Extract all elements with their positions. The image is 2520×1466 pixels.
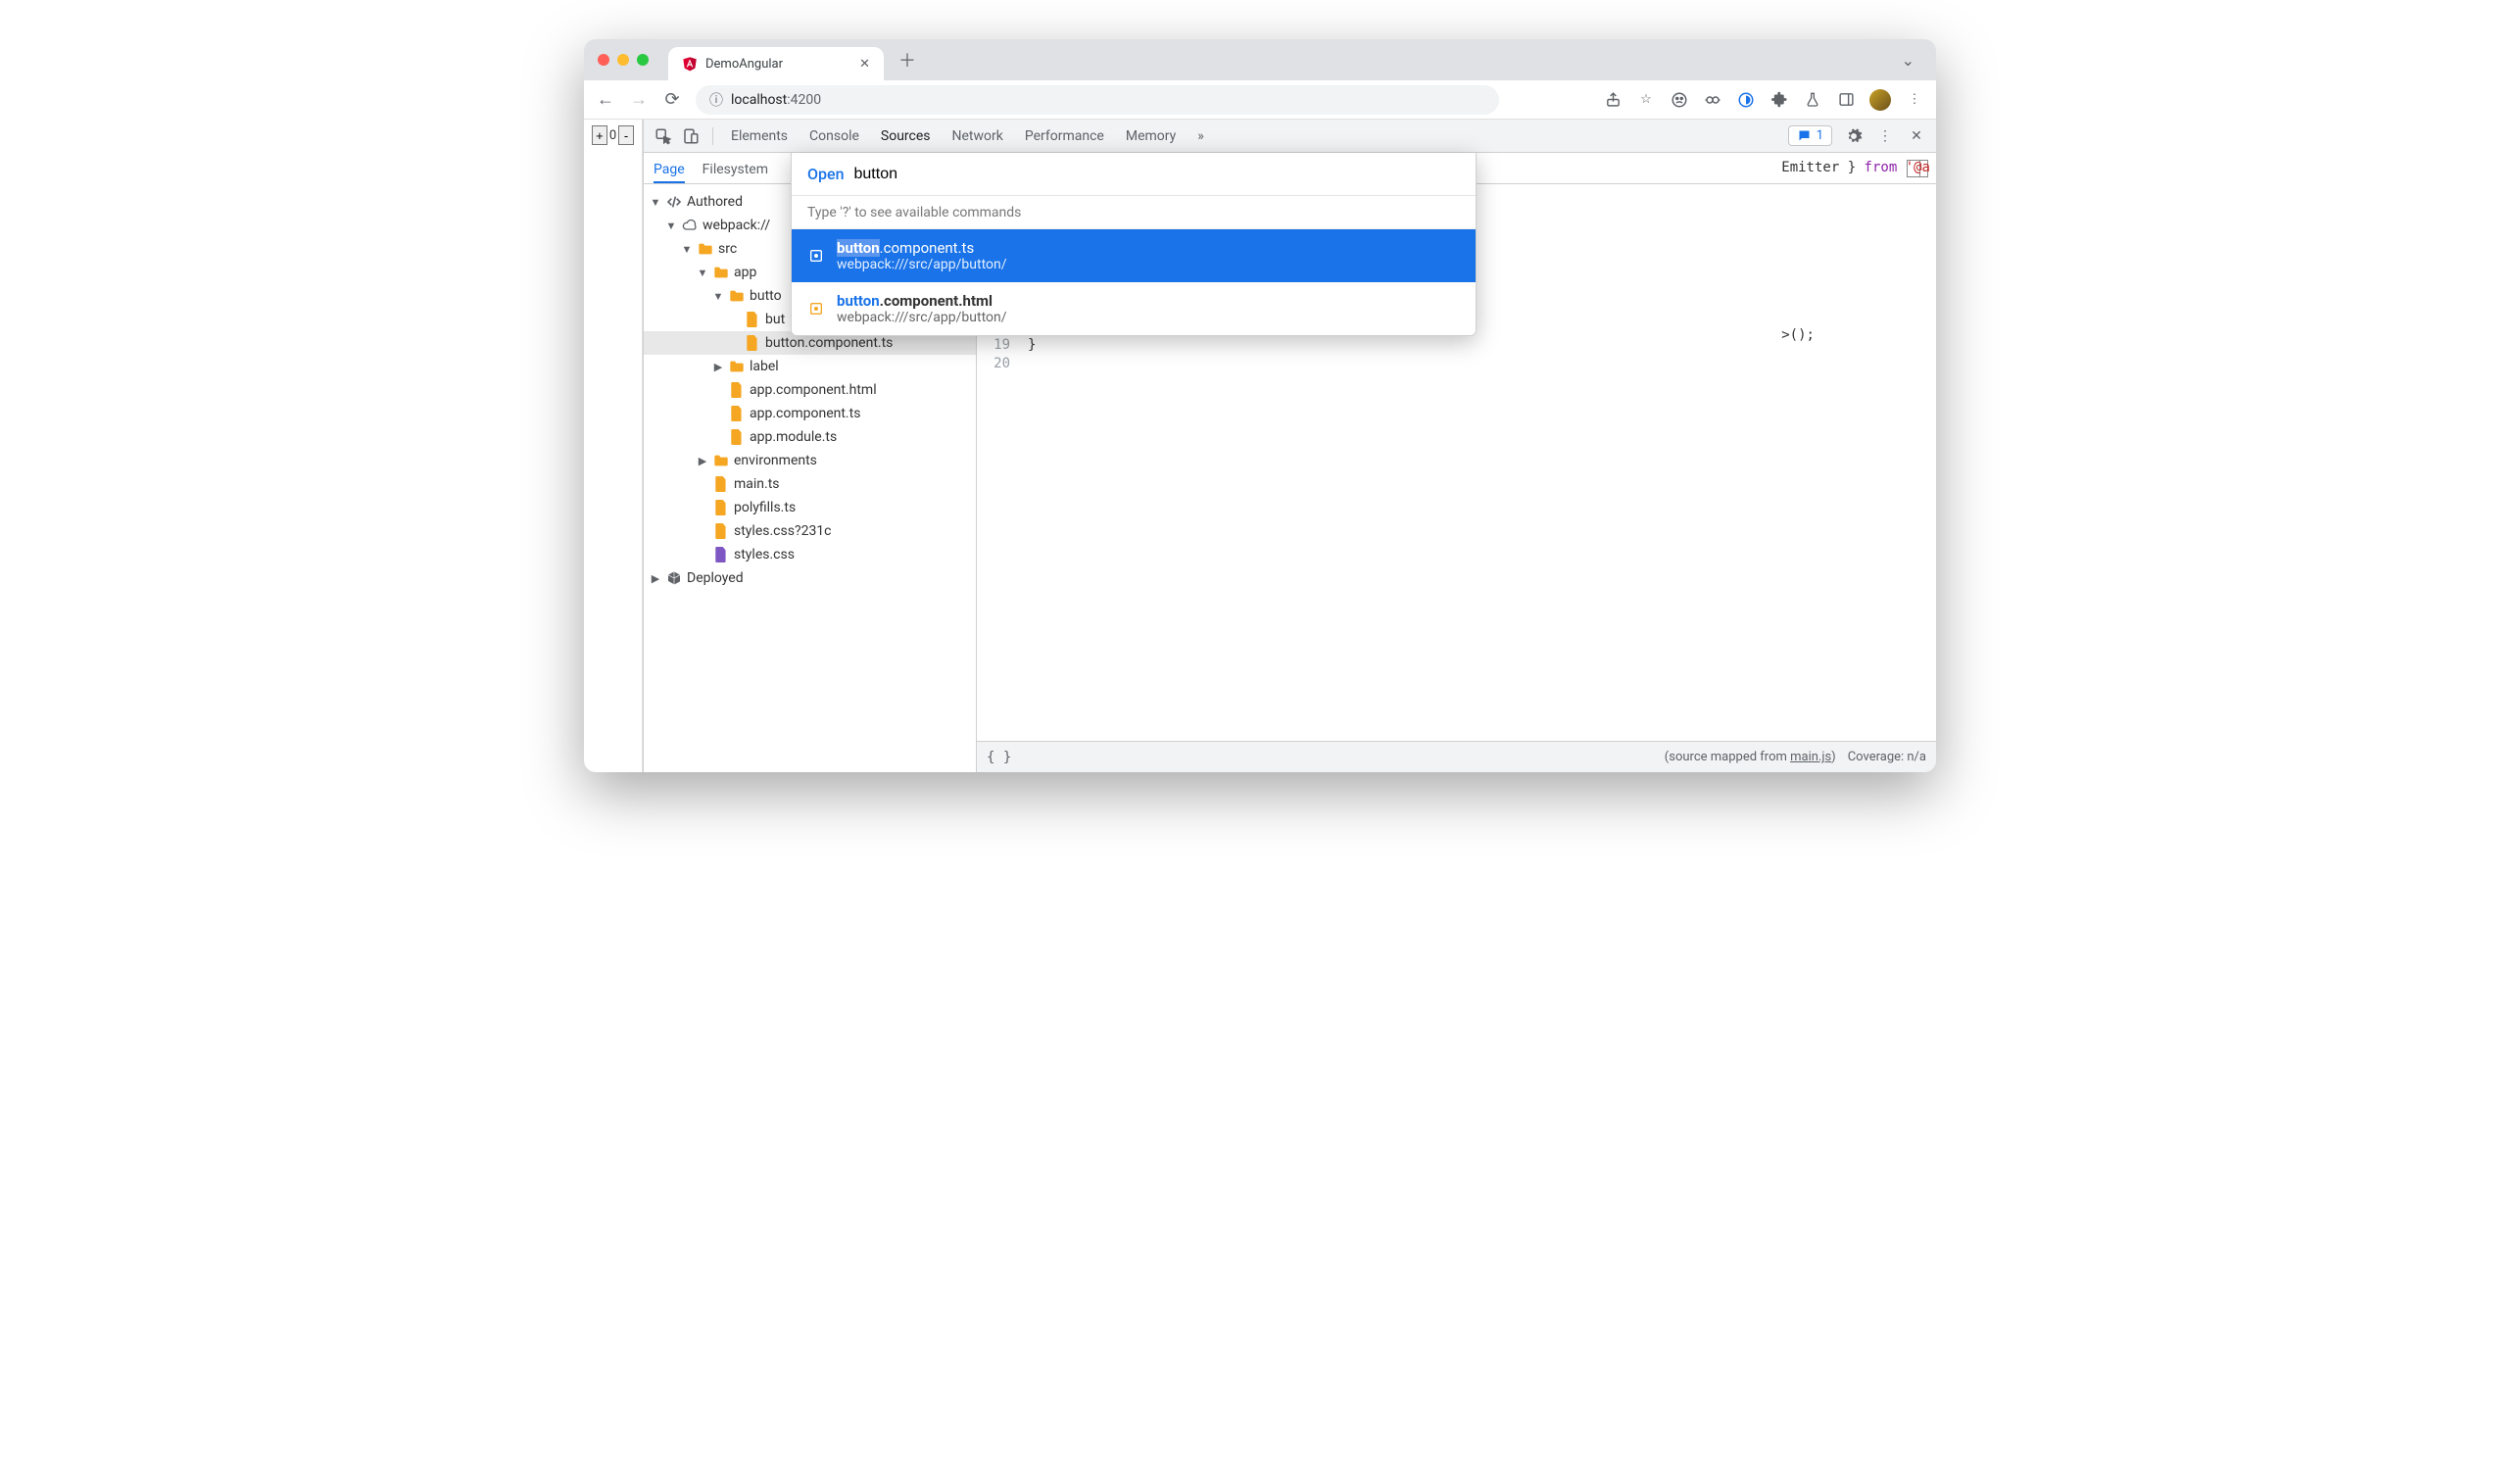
source-mapped-label: (source mapped from main.js)	[1665, 750, 1836, 764]
deployed-icon	[665, 569, 683, 587]
folder-icon	[728, 358, 746, 375]
site-info-icon[interactable]: ⓘ	[709, 90, 723, 110]
tabs-overflow-icon[interactable]: »	[1197, 128, 1204, 144]
extension-icon-1[interactable]	[1703, 90, 1722, 110]
file-icon	[728, 428, 746, 446]
tree-polyfills[interactable]: polyfills.ts	[644, 496, 976, 519]
forward-button[interactable]: →	[629, 90, 649, 110]
cloud-icon	[681, 217, 699, 234]
share-icon[interactable]	[1603, 90, 1623, 110]
titlebar: DemoAngular ✕ ＋ ⌄	[584, 39, 1936, 80]
open-file-dialog: Open Type '?' to see available commands …	[791, 153, 1477, 336]
file-icon	[712, 499, 730, 516]
counter-minus-button[interactable]: -	[618, 125, 634, 145]
folder-icon	[728, 287, 746, 305]
tree-deployed[interactable]: ▶Deployed	[644, 566, 976, 590]
extensions-icon[interactable]	[1769, 90, 1789, 110]
source-map-link[interactable]: main.js	[1790, 750, 1831, 764]
file-icon	[728, 405, 746, 422]
device-mode-icon[interactable]	[681, 126, 701, 146]
tab-title: DemoAngular	[705, 57, 783, 72]
open-label: Open	[807, 165, 845, 183]
profile-avatar[interactable]	[1869, 89, 1891, 111]
open-result-1[interactable]: button.component.html webpack:///src/app…	[792, 282, 1476, 335]
omnibox[interactable]: ⓘ localhost:4200	[696, 85, 1499, 115]
tree-styles[interactable]: styles.css	[644, 543, 976, 566]
bookmark-icon[interactable]: ☆	[1636, 90, 1656, 110]
close-tab-icon[interactable]: ✕	[859, 57, 870, 72]
coverage-label: Coverage: n/a	[1848, 750, 1926, 764]
url-host: localhost	[731, 92, 787, 108]
tree-environments[interactable]: ▶environments	[644, 449, 976, 472]
code-peek-1: Emitter } from '@a	[1781, 159, 1930, 177]
tree-app-html[interactable]: app.component.html	[644, 378, 976, 402]
tabs-dropdown-button[interactable]: ⌄	[1894, 47, 1922, 73]
devtools-panel: Elements Console Sources Network Perform…	[643, 120, 1936, 772]
file-icon	[807, 300, 825, 318]
settings-icon[interactable]	[1844, 126, 1864, 146]
tree-styles-q[interactable]: styles.css?231c	[644, 519, 976, 543]
tree-main-ts[interactable]: main.ts	[644, 472, 976, 496]
side-panel-icon[interactable]	[1836, 90, 1856, 110]
back-button[interactable]: ←	[596, 90, 615, 110]
tab-performance[interactable]: Performance	[1025, 128, 1104, 144]
code-peek-2: >();	[1781, 326, 1930, 345]
devtools-menu-icon[interactable]: ⋮	[1875, 126, 1895, 146]
code-icon	[665, 193, 683, 211]
counter-value: 0	[609, 128, 616, 143]
file-icon	[744, 311, 761, 328]
tree-app-module[interactable]: app.module.ts	[644, 425, 976, 449]
zoom-window-button[interactable]	[637, 54, 649, 66]
folder-icon	[712, 264, 730, 281]
file-icon	[728, 381, 746, 399]
issues-count: 1	[1817, 128, 1823, 143]
open-file-input[interactable]	[854, 164, 1461, 185]
counter-plus-button[interactable]: +	[592, 125, 607, 145]
pretty-print-button[interactable]: { }	[987, 750, 1011, 765]
page-viewport: + 0 -	[584, 120, 643, 772]
file-icon	[807, 247, 825, 265]
angular-favicon	[682, 56, 698, 72]
incognito-icon[interactable]	[1670, 90, 1689, 110]
file-css-icon	[712, 546, 730, 563]
sidebar-tab-filesystem[interactable]: Filesystem	[703, 156, 768, 183]
issues-badge[interactable]: 1	[1788, 125, 1832, 146]
labs-icon[interactable]	[1803, 90, 1822, 110]
address-bar: ← → ⟳ ⓘ localhost:4200 ☆ ⋮	[584, 80, 1936, 120]
file-icon	[712, 522, 730, 540]
tab-console[interactable]: Console	[809, 128, 859, 144]
open-result-0[interactable]: button.component.ts webpack:///src/app/b…	[792, 229, 1476, 282]
close-devtools-icon[interactable]: ✕	[1907, 126, 1926, 146]
tree-app-ts[interactable]: app.component.ts	[644, 402, 976, 425]
inspect-element-icon[interactable]	[654, 126, 673, 146]
chrome-menu-icon[interactable]: ⋮	[1905, 90, 1924, 110]
counter-widget: + 0 -	[592, 125, 634, 145]
tab-network[interactable]: Network	[952, 128, 1003, 144]
tree-label-folder[interactable]: ▶label	[644, 355, 976, 378]
new-tab-button[interactable]: ＋	[894, 46, 921, 73]
sidebar-tab-page[interactable]: Page	[654, 156, 685, 183]
file-icon	[744, 334, 761, 352]
tab-sources[interactable]: Sources	[881, 128, 931, 144]
extension-icon-2[interactable]	[1736, 90, 1756, 110]
file-icon	[712, 475, 730, 493]
folder-icon	[712, 452, 730, 469]
window-controls	[598, 54, 649, 66]
open-hint: Type '?' to see available commands	[792, 196, 1476, 229]
browser-tab[interactable]: DemoAngular ✕	[668, 47, 884, 80]
reload-button[interactable]: ⟳	[662, 90, 682, 110]
minimize-window-button[interactable]	[617, 54, 629, 66]
folder-icon	[697, 240, 714, 258]
tab-elements[interactable]: Elements	[731, 128, 788, 144]
close-window-button[interactable]	[598, 54, 609, 66]
url-port: :4200	[787, 92, 821, 108]
tab-memory[interactable]: Memory	[1126, 128, 1176, 144]
